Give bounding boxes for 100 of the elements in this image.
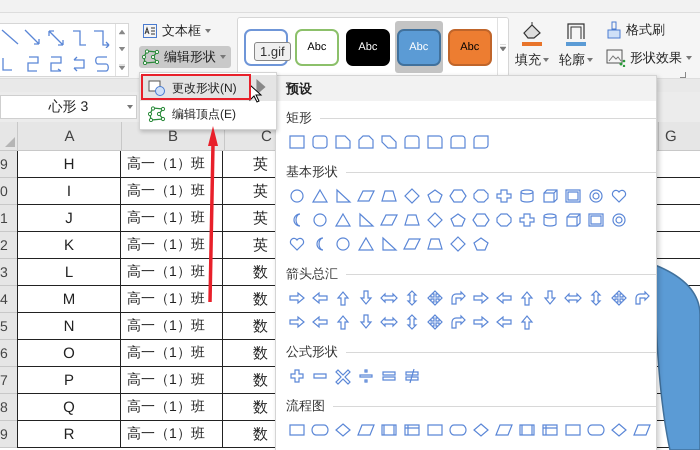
- shape-icon[interactable]: [541, 212, 559, 228]
- rectangle-icon[interactable]: [449, 134, 467, 150]
- flowchart-shape-icon[interactable]: [564, 422, 582, 438]
- shape-effects-button[interactable]: 形状效果: [603, 47, 695, 69]
- shape-icon[interactable]: [518, 188, 536, 204]
- shape-icon[interactable]: [472, 236, 490, 252]
- shape-icon[interactable]: [334, 212, 352, 228]
- shape-icon[interactable]: [449, 236, 467, 252]
- style-swatch[interactable]: Abc: [346, 28, 390, 66]
- shape-icon[interactable]: [334, 236, 352, 252]
- flowchart-shape-icon[interactable]: [633, 422, 651, 438]
- arrow-shape-icon[interactable]: [334, 314, 352, 330]
- shape-icon[interactable]: [587, 188, 605, 204]
- shape-icon[interactable]: [472, 188, 490, 204]
- flowchart-shape-icon[interactable]: [403, 422, 421, 438]
- rectangle-icon[interactable]: [403, 134, 421, 150]
- arrow-shape-icon[interactable]: [472, 290, 490, 306]
- arrow-shape-icon[interactable]: [334, 290, 352, 306]
- arrow-shape-icon[interactable]: [564, 290, 582, 306]
- row-header[interactable]: 9: [0, 421, 17, 448]
- flowchart-shape-icon[interactable]: [357, 422, 375, 438]
- shape-icon[interactable]: [357, 188, 375, 204]
- row-header[interactable]: 4: [0, 286, 17, 313]
- arrow-shape-icon[interactable]: [633, 290, 651, 306]
- edit-shape-button[interactable]: 编辑形状: [139, 46, 231, 68]
- row-header[interactable]: 6: [0, 340, 17, 367]
- row-header[interactable]: 1: [0, 205, 17, 232]
- shape-icon[interactable]: [380, 236, 398, 252]
- flowchart-shape-icon[interactable]: [426, 422, 444, 438]
- shape-icon[interactable]: [426, 188, 444, 204]
- arrow-shape-icon[interactable]: [426, 314, 444, 330]
- shape-icon[interactable]: [587, 212, 605, 228]
- arrow-shape-icon[interactable]: [311, 290, 329, 306]
- equation-shape-icon[interactable]: [334, 368, 352, 384]
- shape-icon[interactable]: [403, 236, 421, 252]
- row-header[interactable]: 3: [0, 259, 17, 286]
- flowchart-shape-icon[interactable]: [380, 422, 398, 438]
- shape-icon[interactable]: [449, 188, 467, 204]
- row-header[interactable]: 7: [0, 367, 17, 394]
- equation-shape-icon[interactable]: [403, 368, 421, 384]
- name-box[interactable]: 心形 3: [0, 95, 137, 119]
- shape-icon[interactable]: [357, 212, 375, 228]
- row-header[interactable]: 5: [0, 313, 17, 340]
- flowchart-shape-icon[interactable]: [449, 422, 467, 438]
- flowchart-shape-icon[interactable]: [495, 422, 513, 438]
- flowchart-shape-icon[interactable]: [334, 422, 352, 438]
- flowchart-shape-icon[interactable]: [587, 422, 605, 438]
- column-header[interactable]: A: [17, 122, 121, 150]
- arrow-shape-icon[interactable]: [380, 290, 398, 306]
- fill-button[interactable]: 填充: [511, 17, 553, 73]
- shape-icon[interactable]: [564, 188, 582, 204]
- shape-icon[interactable]: [426, 236, 444, 252]
- dialog-launcher-icon[interactable]: [680, 72, 686, 78]
- row-header[interactable]: 8: [0, 394, 17, 421]
- more-arrow-icon[interactable]: [500, 44, 506, 50]
- shape-icon[interactable]: [564, 212, 582, 228]
- flowchart-shape-icon[interactable]: [288, 422, 306, 438]
- shape-icon[interactable]: [541, 188, 559, 204]
- arrow-shape-icon[interactable]: [311, 314, 329, 330]
- shape-icon[interactable]: [311, 188, 329, 204]
- shape-icon[interactable]: [357, 236, 375, 252]
- arrow-shape-icon[interactable]: [495, 314, 513, 330]
- arrow-shape-icon[interactable]: [426, 290, 444, 306]
- flowchart-shape-icon[interactable]: [472, 422, 490, 438]
- shape-icon[interactable]: [403, 212, 421, 228]
- arrow-shape-icon[interactable]: [472, 314, 490, 330]
- flowchart-shape-icon[interactable]: [311, 422, 329, 438]
- arrow-shape-icon[interactable]: [518, 290, 536, 306]
- arrow-shape-icon[interactable]: [449, 290, 467, 306]
- shape-icon[interactable]: [449, 212, 467, 228]
- shape-icon[interactable]: [311, 212, 329, 228]
- shape-icon[interactable]: [426, 212, 444, 228]
- column-header[interactable]: G: [658, 122, 700, 150]
- shape-icon[interactable]: [610, 212, 628, 228]
- arrow-shape-icon[interactable]: [518, 314, 536, 330]
- row-header[interactable]: 9: [0, 151, 17, 178]
- flowchart-shape-icon[interactable]: [610, 422, 628, 438]
- arrow-shape-icon[interactable]: [288, 314, 306, 330]
- flowchart-shape-icon[interactable]: [518, 422, 536, 438]
- equation-shape-icon[interactable]: [357, 368, 375, 384]
- scroll-arrow-icon[interactable]: [119, 64, 125, 70]
- arrow-shape-icon[interactable]: [541, 290, 559, 306]
- arrow-shape-icon[interactable]: [357, 290, 375, 306]
- arrow-shape-icon[interactable]: [449, 314, 467, 330]
- rectangle-icon[interactable]: [472, 134, 490, 150]
- row-header[interactable]: 2: [0, 232, 17, 259]
- shape-icon[interactable]: [334, 188, 352, 204]
- textbox-button[interactable]: 文本框: [139, 20, 231, 42]
- connector-icon[interactable]: [92, 28, 112, 48]
- rectangle-icon[interactable]: [426, 134, 444, 150]
- arrow-shape-icon[interactable]: [610, 290, 628, 306]
- flowchart-shape-icon[interactable]: [541, 422, 559, 438]
- connector-icon[interactable]: [92, 54, 112, 74]
- format-painter-button[interactable]: 格式刷: [603, 19, 695, 41]
- scroll-arrow-icon[interactable]: [119, 46, 125, 53]
- shape-icon[interactable]: [518, 212, 536, 228]
- rectangle-icon[interactable]: [288, 134, 306, 150]
- outline-button[interactable]: 轮廓: [555, 17, 597, 73]
- shape-icon[interactable]: [610, 188, 628, 204]
- arrow-shape-icon[interactable]: [380, 314, 398, 330]
